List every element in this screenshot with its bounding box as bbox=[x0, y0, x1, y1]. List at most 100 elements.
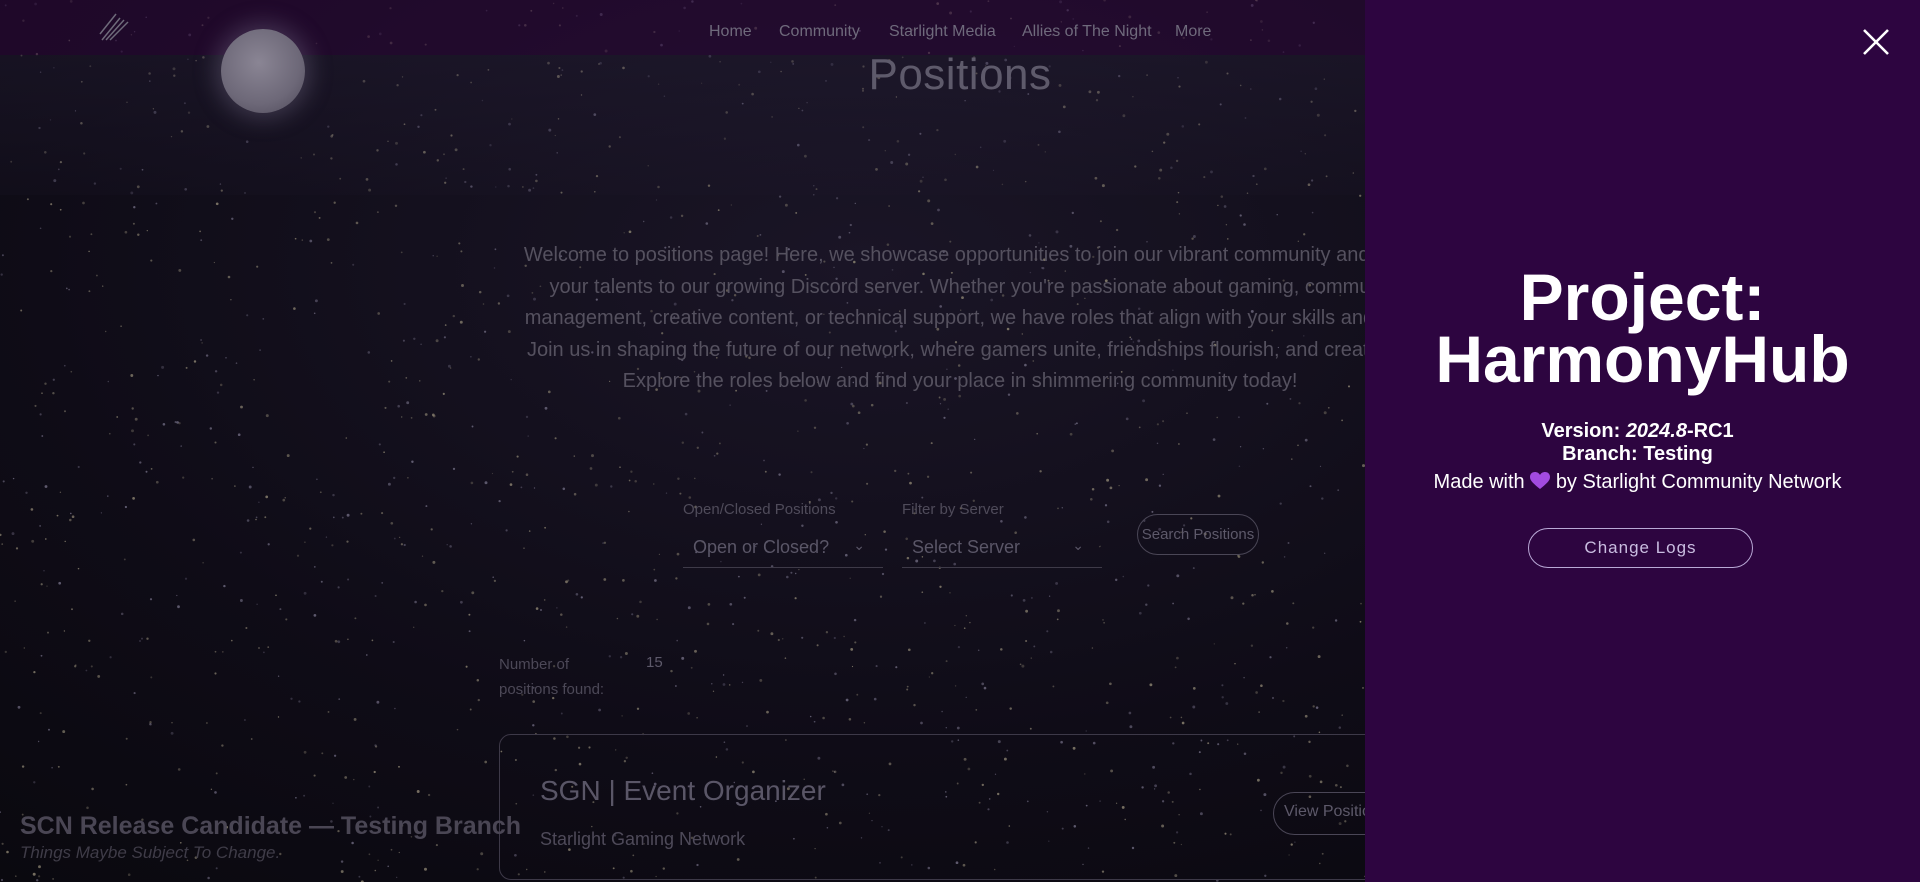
star-dot bbox=[718, 442, 721, 445]
star-dot bbox=[133, 443, 136, 446]
star-dot bbox=[1362, 686, 1364, 689]
star-dot bbox=[1292, 602, 1295, 605]
star-dot bbox=[50, 203, 53, 206]
star-dot bbox=[1169, 716, 1172, 719]
star-dot bbox=[1327, 406, 1330, 409]
star-dot bbox=[43, 570, 45, 572]
star-dot bbox=[258, 501, 260, 503]
star-dot bbox=[1225, 224, 1228, 226]
star-dot bbox=[86, 806, 89, 810]
star-dot bbox=[854, 202, 856, 205]
star-dot bbox=[851, 500, 854, 503]
star-dot bbox=[676, 552, 680, 556]
star-dot bbox=[240, 405, 243, 409]
nav-community[interactable]: Community bbox=[779, 23, 860, 41]
star-dot bbox=[1162, 473, 1164, 475]
star-dot bbox=[1178, 213, 1181, 215]
nav-allies-of-the-night[interactable]: Allies of The Night bbox=[1022, 23, 1152, 41]
star-dot bbox=[1311, 211, 1314, 214]
star-dot bbox=[603, 541, 607, 544]
star-dot bbox=[41, 392, 43, 394]
star-dot bbox=[200, 339, 203, 341]
star-dot bbox=[400, 543, 404, 546]
site-logo-icon[interactable] bbox=[98, 10, 132, 44]
star-dot bbox=[377, 859, 379, 861]
status-filter-select[interactable]: Open or Closed? ⌄ bbox=[683, 527, 883, 568]
star-dot bbox=[377, 806, 380, 809]
star-dot bbox=[1223, 205, 1227, 208]
star-dot bbox=[804, 399, 807, 402]
star-dot bbox=[277, 716, 280, 718]
star-dot bbox=[921, 591, 924, 594]
star-dot bbox=[1312, 626, 1315, 629]
star-dot bbox=[243, 719, 246, 721]
star-dot bbox=[1238, 465, 1241, 468]
star-dot bbox=[411, 460, 414, 464]
star-dot bbox=[1030, 596, 1033, 599]
star-dot bbox=[1128, 711, 1132, 715]
star-dot bbox=[304, 541, 306, 544]
star-dot bbox=[146, 637, 149, 640]
star-dot bbox=[74, 665, 77, 668]
star-dot bbox=[717, 209, 720, 212]
star-dot bbox=[213, 261, 216, 264]
star-dot bbox=[1176, 201, 1179, 204]
star-dot bbox=[1085, 730, 1087, 732]
star-dot bbox=[88, 290, 91, 293]
star-dot bbox=[388, 380, 391, 383]
star-dot bbox=[1138, 611, 1142, 615]
star-dot bbox=[407, 477, 409, 479]
star-dot bbox=[913, 703, 916, 707]
star-dot bbox=[85, 669, 88, 672]
change-logs-button[interactable]: Change Logs bbox=[1528, 528, 1753, 568]
star-dot bbox=[560, 613, 563, 616]
star-dot bbox=[2, 480, 5, 483]
star-dot bbox=[69, 518, 72, 522]
star-dot bbox=[419, 380, 421, 382]
star-dot bbox=[1024, 516, 1027, 519]
star-dot bbox=[623, 232, 625, 234]
version-line: Version: 2024.8-RC1 bbox=[1365, 420, 1910, 443]
star-dot bbox=[1090, 498, 1093, 501]
star-dot bbox=[215, 772, 218, 775]
star-dot bbox=[849, 577, 851, 579]
star-dot bbox=[127, 873, 131, 876]
nav-home[interactable]: Home bbox=[709, 23, 752, 41]
star-dot bbox=[381, 582, 384, 584]
star-dot bbox=[432, 414, 436, 418]
star-dot bbox=[255, 518, 257, 521]
star-dot bbox=[707, 603, 711, 606]
star-dot bbox=[390, 848, 393, 851]
nav-more[interactable]: More bbox=[1175, 23, 1211, 41]
star-dot bbox=[1221, 696, 1224, 699]
server-filter-select[interactable]: Select Server ⌄ bbox=[902, 527, 1102, 568]
star-dot bbox=[863, 722, 866, 724]
star-dot bbox=[133, 692, 136, 695]
star-dot bbox=[20, 309, 23, 312]
intro-line: Join us in shaping the future of our net… bbox=[526, 338, 1393, 361]
star-dot bbox=[301, 239, 304, 241]
server-filter-label: Filter by Server bbox=[902, 501, 1004, 518]
star-dot bbox=[374, 594, 377, 598]
star-dot bbox=[77, 567, 80, 570]
star-dot bbox=[1271, 590, 1274, 593]
star-dot bbox=[441, 589, 444, 593]
star-dot bbox=[947, 408, 949, 410]
close-icon[interactable] bbox=[1860, 26, 1892, 58]
star-dot bbox=[575, 593, 579, 596]
star-dot bbox=[387, 482, 391, 486]
star-dot bbox=[943, 416, 946, 419]
star-dot bbox=[573, 492, 577, 496]
star-dot bbox=[137, 233, 140, 237]
star-dot bbox=[303, 794, 306, 797]
star-dot bbox=[1122, 575, 1125, 578]
star-dot bbox=[884, 548, 888, 551]
star-dot bbox=[216, 391, 220, 394]
star-dot bbox=[654, 579, 657, 582]
star-dot bbox=[262, 318, 265, 320]
star-dot bbox=[759, 678, 763, 682]
star-dot bbox=[368, 785, 371, 788]
nav-starlight-media[interactable]: Starlight Media bbox=[889, 23, 996, 41]
star-dot bbox=[516, 455, 519, 458]
search-positions-button[interactable]: Search Positions bbox=[1137, 514, 1259, 555]
